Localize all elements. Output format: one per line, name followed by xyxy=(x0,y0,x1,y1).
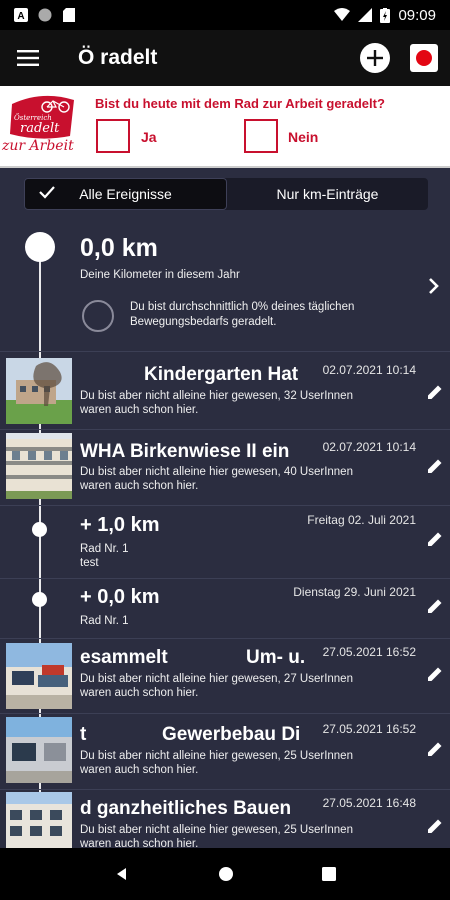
entry-date: 27.05.2021 16:52 xyxy=(322,645,416,659)
battery-icon xyxy=(380,7,391,23)
entry-text-1: Du bist aber nicht alleine hier gewesen,… xyxy=(80,824,353,836)
timeline-dot-large xyxy=(25,232,55,262)
logo-script-text: zur Arbeit xyxy=(2,138,74,154)
location-photo xyxy=(6,643,72,709)
location-photo xyxy=(6,792,72,848)
timeline-dot xyxy=(32,592,47,607)
entry-bike: Rad Nr. 1 xyxy=(80,543,129,555)
no-label: Nein xyxy=(288,129,319,145)
question-text: Bist du heute mit dem Rad zur Arbeit ger… xyxy=(95,96,385,111)
tab-km-only[interactable]: Nur km-Einträge xyxy=(227,178,428,210)
list-item[interactable]: d ganzheitliches Bauen 27.05.2021 16:48 … xyxy=(0,790,450,848)
location-photo xyxy=(6,358,72,424)
entry-text-2: waren auch schon hier. xyxy=(80,404,199,416)
yearly-km: 0,0 km xyxy=(80,234,158,262)
entry-title: d ganzheitliches Bauen xyxy=(80,798,292,819)
system-nav-bar xyxy=(0,848,450,900)
entry-text-1: Du bist aber nicht alleine hier gewesen,… xyxy=(80,390,353,402)
logo-text-mid: radelt xyxy=(20,121,60,136)
edit-pencil-icon[interactable] xyxy=(426,457,444,475)
yearly-km-subtitle: Deine Kilometer in diesem Jahr xyxy=(80,269,240,281)
motion-text-1: Du bist durchschnittlich 0% deines tägli… xyxy=(130,301,355,313)
progress-ring xyxy=(82,300,114,332)
back-icon[interactable] xyxy=(114,866,130,882)
timeline-dot xyxy=(32,522,47,537)
sd-card-icon xyxy=(63,8,75,22)
entry-date: Dienstag 29. Juni 2021 xyxy=(293,585,416,599)
entry-text-1: Du bist aber nicht alleine hier gewesen,… xyxy=(80,673,353,685)
entry-text-2: waren auch schon hier. xyxy=(80,480,199,492)
edit-pencil-icon[interactable] xyxy=(426,665,444,683)
entry-date: 02.07.2021 10:14 xyxy=(322,363,416,377)
entry-title: Kindergarten Hat xyxy=(144,364,299,385)
record-button[interactable] xyxy=(410,44,438,72)
status-bar: A 09:09 xyxy=(0,0,450,30)
list-item[interactable]: WHA Birkenwiese II ein 02.07.2021 10:14 … xyxy=(0,430,450,506)
entry-title-left: t xyxy=(80,724,87,745)
svg-text:A: A xyxy=(17,11,24,22)
notification-circle-icon xyxy=(38,8,52,22)
tab-all-events[interactable]: Alle Ereignisse xyxy=(24,178,227,210)
entry-text-2: waren auch schon hier. xyxy=(80,687,199,699)
filter-segmented-control: Alle Ereignisse Nur km-Einträge xyxy=(24,178,428,210)
app-title: Ö radelt xyxy=(78,46,158,69)
entry-text-2: waren auch schon hier. xyxy=(80,764,199,776)
daily-question-banner: Österreich radelt zur Arbeit Bist du heu… xyxy=(0,86,450,168)
plus-icon xyxy=(367,50,383,66)
record-icon xyxy=(416,50,432,66)
summary-row[interactable]: 0,0 km Deine Kilometer in diesem Jahr Du… xyxy=(0,216,450,352)
no-checkbox[interactable] xyxy=(244,119,278,153)
clock: 09:09 xyxy=(398,6,436,24)
edit-pencil-icon[interactable] xyxy=(426,597,444,615)
entry-date: 27.05.2021 16:52 xyxy=(322,722,416,736)
timeline-area: Alle Ereignisse Nur km-Einträge 0,0 km D… xyxy=(0,168,450,848)
check-icon xyxy=(39,186,55,199)
entry-date: 27.05.2021 16:48 xyxy=(322,796,416,810)
entry-note: test xyxy=(80,557,99,569)
list-item[interactable]: t Gewerbebau Di 27.05.2021 16:52 Du bist… xyxy=(0,714,450,790)
app-bar: Ö radelt xyxy=(0,30,450,86)
km-entry-row[interactable]: + 0,0 km Dienstag 29. Juni 2021 Rad Nr. … xyxy=(0,579,450,639)
recents-icon[interactable] xyxy=(322,867,336,881)
km-entry-row[interactable]: + 1,0 km Freitag 02. Juli 2021 Rad Nr. 1… xyxy=(0,506,450,579)
entry-date: 02.07.2021 10:14 xyxy=(322,440,416,454)
entry-text-1: Du bist aber nicht alleine hier gewesen,… xyxy=(80,750,353,762)
motion-text-2: Bewegungsbedarfs geradelt. xyxy=(130,316,277,328)
entry-text-1: Du bist aber nicht alleine hier gewesen,… xyxy=(80,466,353,478)
entry-title: WHA Birkenwiese II ein xyxy=(80,441,290,462)
tab-km-only-label: Nur km-Einträge xyxy=(276,186,379,202)
add-button[interactable] xyxy=(360,43,390,73)
entry-km: + 1,0 km xyxy=(80,514,160,536)
location-photo xyxy=(6,717,72,783)
entry-title-right: Gewerbebau Di xyxy=(162,724,301,745)
yes-label: Ja xyxy=(141,129,157,145)
tab-all-events-label: Alle Ereignisse xyxy=(79,186,172,202)
edit-pencil-icon[interactable] xyxy=(426,817,444,835)
edit-pencil-icon[interactable] xyxy=(426,740,444,758)
menu-button[interactable] xyxy=(0,30,56,86)
entry-text-2: waren auch schon hier. xyxy=(80,838,199,848)
entry-bike: Rad Nr. 1 xyxy=(80,615,129,627)
entry-km: + 0,0 km xyxy=(80,586,160,608)
entry-title-left: esammelt xyxy=(80,647,168,668)
entry-title-right: Um- u. xyxy=(246,647,306,668)
signal-icon xyxy=(358,8,373,22)
home-icon[interactable] xyxy=(218,866,234,882)
list-item[interactable]: esammelt Um- u. 27.05.2021 16:52 Du bist… xyxy=(0,639,450,714)
edit-pencil-icon[interactable] xyxy=(426,530,444,548)
edit-pencil-icon[interactable] xyxy=(426,383,444,401)
hamburger-icon xyxy=(17,50,39,66)
chevron-right-icon xyxy=(429,278,439,294)
notification-a-icon: A xyxy=(14,8,28,22)
entry-date: Freitag 02. Juli 2021 xyxy=(307,513,416,527)
yes-checkbox[interactable] xyxy=(96,119,130,153)
location-photo xyxy=(6,433,72,499)
list-item[interactable]: Kindergarten Hat 02.07.2021 10:14 Du bis… xyxy=(0,352,450,430)
wifi-icon xyxy=(334,8,351,21)
